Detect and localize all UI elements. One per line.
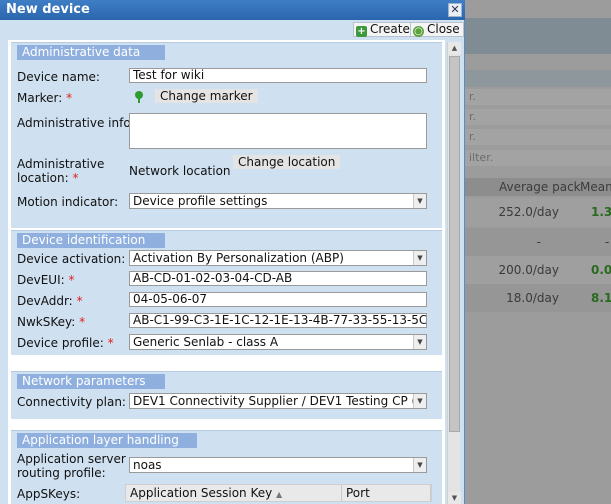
chevron-down-icon: ▼ [413,458,426,472]
device-activation-select[interactable]: Activation By Personalization (ABP) ▼ [129,250,427,266]
marker-label: Marker: * [17,91,73,105]
scroll-up-icon[interactable]: ▲ [448,42,461,54]
change-marker-button[interactable]: Change marker [155,89,258,103]
cell-average: 18.0/day [506,291,559,305]
section-application-layer: Application layer handling Application s… [11,430,442,504]
map-pin-icon [135,91,143,103]
background-toolbar-band [465,70,611,87]
routing-profile-label: Application server routing profile: [17,452,126,480]
create-button[interactable]: + Create [353,22,414,37]
dialog-titlebar[interactable]: New device ✕ [0,0,465,20]
background-filter-1: r. [465,89,611,105]
section-legend: Network parameters [17,374,165,389]
create-button-label: Create [370,22,410,36]
section-network-parameters: Network parameters Connectivity plan: DE… [11,371,442,419]
motion-indicator-label: Motion indicator: [17,195,119,209]
form-scroll-area: Administrative data Device name: Test fo… [8,40,445,504]
new-device-dialog: New device ✕ + Create ○ Close Administrati… [0,0,465,504]
table-row: 252.0/day 1.3 [465,198,611,226]
section-legend: Administrative data [17,45,165,60]
column-session-key[interactable]: Application Session Key ▲ [126,485,342,501]
devaddr-label: DevAddr: * [17,294,83,308]
deveui-label: DevEUI: * [17,273,75,287]
cell-average: - [536,235,541,249]
administrative-info-label: Administrative info: [17,116,135,130]
cell-mean: - [605,235,610,249]
table-row: 18.0/day 8.1 [465,284,611,312]
connectivity-plan-label: Connectivity plan: [17,395,126,409]
cell-mean: 1.3 [591,205,611,219]
change-location-button[interactable]: Change location [233,155,341,169]
vertical-scrollbar[interactable]: ▲ ▼ [447,42,461,504]
device-activation-label: Device activation: [17,252,126,266]
connectivity-plan-select[interactable]: DEV1 Connectivity Supplier / DEV1 Testin… [129,393,427,409]
cell-average: 200.0/day [498,263,559,277]
column-port[interactable]: Port [342,485,431,501]
sort-icon: ▲ [276,490,283,499]
close-button[interactable]: ○ Close [410,22,464,37]
close-x-icon[interactable]: ✕ [448,3,462,17]
section-legend: Device identification [17,233,165,248]
column-average-packets: Average pack [499,180,581,194]
cell-mean: 0.0 [591,263,611,277]
chevron-down-icon: ▼ [413,335,426,349]
chevron-down-icon: ▼ [413,194,426,208]
administrative-location-label: Administrative location: * [17,157,105,185]
chevron-down-icon: ▼ [413,251,426,265]
deveui-input[interactable]: AB-CD-01-02-03-04-CD-AB [129,271,427,286]
appskeys-table-header: Application Session Key ▲ Port [125,484,432,502]
background-filter-2: r. [465,109,611,125]
close-button-label: Close [427,22,460,36]
section-device-identification: Device identification Device activation:… [11,230,442,355]
nwkskey-label: NwkSKey: * [17,315,86,329]
column-mean: Mean [580,180,611,194]
scrollbar-thumb[interactable] [449,56,460,432]
appskeys-label: AppSKeys: [17,487,81,501]
device-name-label: Device name: [17,70,100,84]
chevron-down-icon: ▼ [413,394,426,408]
device-profile-label: Device profile: * [17,336,114,350]
section-legend: Application layer handling [17,433,197,448]
device-profile-select[interactable]: Generic Senlab - class A ▼ [129,334,427,350]
nwkskey-input[interactable]: AB-C1-99-C3-1E-1C-12-1E-13-4B-77-33-55-1… [129,313,427,328]
motion-indicator-select[interactable]: Device profile settings ▼ [129,193,427,209]
background-header-band [465,18,611,54]
table-row: - - [465,228,611,256]
device-name-input[interactable]: Test for wiki [129,68,427,83]
cell-mean: 8.1 [591,291,611,305]
dialog-title: New device [6,2,90,17]
section-administrative-data: Administrative data Device name: Test fo… [11,42,442,228]
administrative-info-textarea[interactable] [129,113,427,149]
devaddr-input[interactable]: 04-05-06-07 [129,292,427,307]
background-filter-3: r. [465,129,611,145]
background-filter-4: ilter. [465,150,611,166]
cell-average: 252.0/day [498,205,559,219]
plus-icon: + [356,26,367,37]
administrative-location-value: Network location [129,164,231,178]
routing-profile-select[interactable]: noas ▼ [129,457,427,473]
table-row: 200.0/day 0.0 [465,256,611,284]
background-table-header: Average pack Mean [465,178,611,196]
cancel-circle-icon: ○ [413,26,424,37]
scroll-down-icon[interactable]: ▼ [448,492,461,504]
